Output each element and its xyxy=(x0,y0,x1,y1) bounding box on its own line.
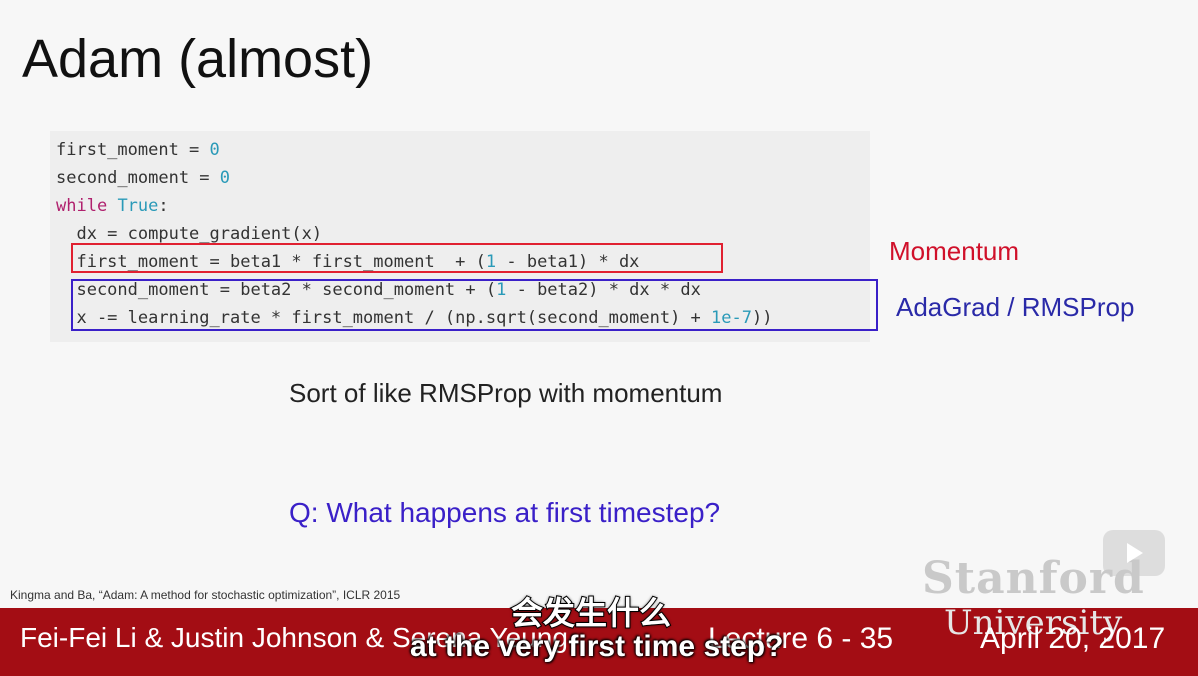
subtitle-english: at the very first time step? xyxy=(410,630,784,663)
play-button[interactable] xyxy=(1103,530,1165,576)
citation: Kingma and Ba, “Adam: A method for stoch… xyxy=(10,588,401,602)
code-token: while xyxy=(56,196,108,216)
code-token: 0 xyxy=(209,140,220,160)
momentum-label: Momentum xyxy=(889,236,1020,266)
footer-date: April 20, 2017 xyxy=(980,622,1166,655)
momentum-highlight-box xyxy=(71,243,723,273)
code-line: first_moment = 0 xyxy=(56,136,772,164)
code-line: second_moment = 0 xyxy=(56,164,772,192)
slide: Adam (almost) first_moment = 0 second_mom… xyxy=(0,0,1198,676)
question-text: Q: What happens at first timestep? xyxy=(289,497,721,528)
play-icon xyxy=(1127,543,1143,563)
subtitle-chinese: 会发生什么 xyxy=(510,594,672,632)
adagrad-highlight-box xyxy=(71,279,878,331)
code-token: first_moment = xyxy=(56,140,210,160)
code-line: while True: xyxy=(56,192,772,220)
sort-of-text: Sort of like RMSProp with momentum xyxy=(289,378,723,408)
code-token: : xyxy=(158,196,169,216)
code-token: 0 xyxy=(219,168,231,188)
code-token: second_moment = xyxy=(56,168,220,188)
slide-title: Adam (almost) xyxy=(22,29,374,89)
code-token: True xyxy=(117,196,159,216)
code-token: dx = compute_gradient(x) xyxy=(56,224,323,244)
adagrad-label: AdaGrad / RMSProp xyxy=(896,292,1135,322)
